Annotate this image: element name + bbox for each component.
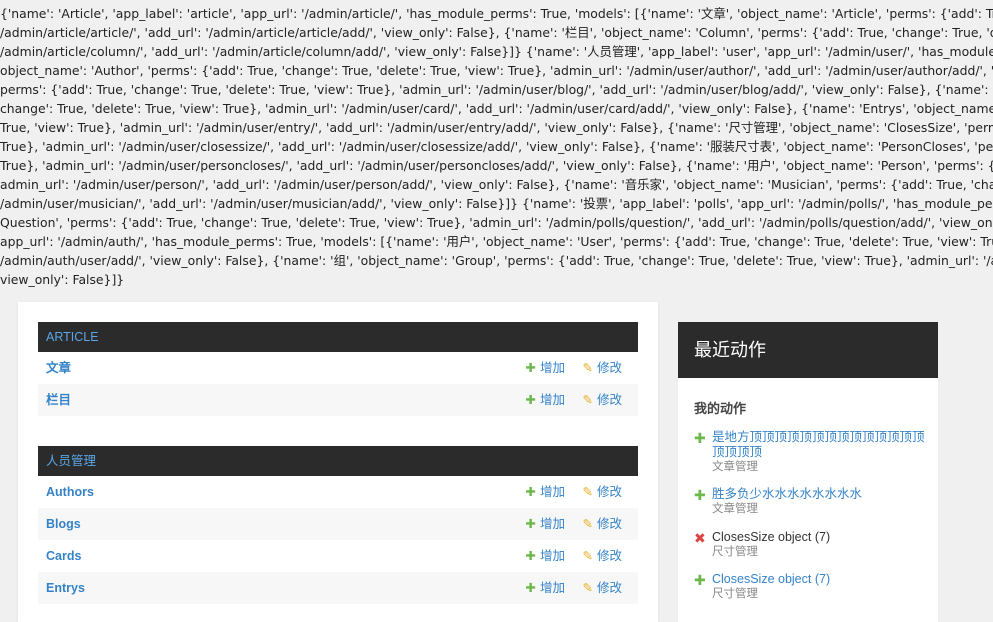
plus-icon: ✚ — [525, 517, 536, 531]
row-actions: ✚ 增加 ✎ 修改 — [512, 352, 622, 384]
module-title: ARTICLE — [46, 330, 99, 344]
model-link[interactable]: Cards — [46, 540, 81, 572]
row-actions: ✚ 增加 ✎ 修改 — [512, 384, 622, 416]
content-type-label: 尺寸管理 — [712, 546, 758, 558]
change-link[interactable]: ✎ 修改 — [583, 361, 623, 375]
change-link[interactable]: ✎ 修改 — [583, 393, 623, 407]
pencil-icon: ✎ — [582, 549, 593, 563]
debug-line: /admin/user/musician/', 'add_url': '/adm… — [0, 196, 993, 211]
plus-icon: ✚ — [525, 485, 536, 499]
change-link[interactable]: ✎ 修改 — [583, 549, 623, 563]
recent-actions-panel: 最近动作 我的动作 ✚ 是地方顶顶顶顶顶顶顶顶顶顶顶顶顶顶顶顶顶顶 文章管理 ✚… — [678, 322, 938, 622]
plus-icon: ✚ — [525, 361, 536, 375]
model-row: Blogs ✚ 增加 ✎ 修改 — [38, 508, 638, 540]
module-header-user[interactable]: 人员管理 — [38, 446, 638, 476]
model-row: Cards ✚ 增加 ✎ 修改 — [38, 540, 638, 572]
add-link[interactable]: ✚ 增加 — [526, 581, 566, 595]
recent-actions-title: 最近动作 — [678, 322, 938, 378]
debug-line: view_only': False}]} — [0, 272, 125, 287]
row-actions: ✚ 增加 ✎ 修改 — [512, 476, 622, 508]
recent-action-link[interactable]: ClosesSize object (7) — [712, 572, 926, 587]
app-list-panel: ARTICLE 文章 ✚ 增加 ✎ 修改 栏目 ✚ 增加 ✎ 修改 人员管理 Autho… — [18, 302, 658, 622]
change-label: 修改 — [596, 549, 622, 563]
recent-action-item: ✚ 胜多负少水水水水水水水水 文章管理 — [694, 487, 926, 516]
change-label: 修改 — [596, 485, 622, 499]
change-link[interactable]: ✎ 修改 — [583, 485, 623, 499]
debug-line: True}, 'admin_url': '/admin/user/closess… — [0, 139, 993, 154]
row-actions: ✚ 增加 ✎ 修改 — [512, 572, 622, 604]
pencil-icon: ✎ — [582, 581, 593, 595]
module-user: 人员管理 Authors ✚ 增加 ✎ 修改 Blogs ✚ 增加 ✎ 修改 Cards… — [38, 446, 638, 604]
add-label: 增加 — [540, 581, 566, 595]
add-icon: ✚ — [694, 487, 706, 503]
content-type-label: 文章管理 — [712, 461, 758, 473]
my-actions-heading: 我的动作 — [694, 401, 747, 416]
change-link[interactable]: ✎ 修改 — [583, 581, 623, 595]
model-row: 栏目 ✚ 增加 ✎ 修改 — [38, 384, 638, 416]
recent-action-link[interactable]: 胜多负少水水水水水水水水 — [712, 487, 926, 502]
module-header-article[interactable]: ARTICLE — [38, 322, 638, 352]
debug-line: change': True, 'delete': True, 'view': T… — [0, 101, 993, 116]
add-label: 增加 — [540, 393, 566, 407]
debug-line: admin_url': '/admin/user/person/', 'add_… — [0, 177, 993, 192]
debug-line: app_url': '/admin/auth/', 'has_module_pe… — [0, 234, 993, 249]
debug-line: object_name': 'Author', 'perms': {'add':… — [0, 63, 993, 78]
debug-line: /admin/article/column/', 'add_url': '/ad… — [0, 44, 993, 59]
delete-icon: ✖ — [694, 530, 706, 546]
model-row: Authors ✚ 增加 ✎ 修改 — [38, 476, 638, 508]
add-label: 增加 — [540, 361, 566, 375]
change-label: 修改 — [596, 393, 622, 407]
add-label: 增加 — [540, 485, 566, 499]
add-icon: ✚ — [694, 572, 706, 588]
add-label: 增加 — [540, 549, 566, 563]
recent-action-item: ✚ ClosesSize object (7) 尺寸管理 — [694, 572, 926, 601]
debug-line: True, 'view': True}, 'admin_url': '/admi… — [0, 120, 993, 135]
pencil-icon: ✎ — [582, 361, 593, 375]
pencil-icon: ✎ — [582, 485, 593, 499]
change-link[interactable]: ✎ 修改 — [583, 517, 623, 531]
model-link[interactable]: Entrys — [46, 572, 85, 604]
recent-action-text: ClosesSize object (7) — [712, 530, 831, 544]
add-link[interactable]: ✚ 增加 — [526, 517, 566, 531]
add-link[interactable]: ✚ 增加 — [526, 393, 566, 407]
recent-action-item: ✚ 是地方顶顶顶顶顶顶顶顶顶顶顶顶顶顶顶顶顶顶 文章管理 — [694, 430, 926, 474]
add-link[interactable]: ✚ 增加 — [526, 549, 566, 563]
row-actions: ✚ 增加 ✎ 修改 — [512, 540, 622, 572]
row-actions: ✚ 增加 ✎ 修改 — [512, 508, 622, 540]
plus-icon: ✚ — [525, 549, 536, 563]
debug-line: /admin/article/article/', 'add_url': '/a… — [0, 25, 993, 40]
module-article: ARTICLE 文章 ✚ 增加 ✎ 修改 栏目 ✚ 增加 ✎ 修改 — [38, 322, 638, 416]
model-link[interactable]: Blogs — [46, 508, 81, 540]
add-label: 增加 — [540, 517, 566, 531]
model-row: 文章 ✚ 增加 ✎ 修改 — [38, 352, 638, 384]
change-label: 修改 — [596, 361, 622, 375]
model-link[interactable]: 栏目 — [46, 384, 71, 416]
plus-icon: ✚ — [525, 393, 536, 407]
content-type-label: 文章管理 — [712, 503, 758, 515]
model-link[interactable]: 文章 — [46, 352, 71, 384]
add-link[interactable]: ✚ 增加 — [526, 361, 566, 375]
debug-output: {'name': 'Article', 'app_label': 'articl… — [0, 4, 993, 289]
pencil-icon: ✎ — [582, 393, 593, 407]
recent-action-link[interactable]: 是地方顶顶顶顶顶顶顶顶顶顶顶顶顶顶顶顶顶顶 — [712, 430, 926, 460]
pencil-icon: ✎ — [582, 517, 593, 531]
debug-line: perms': {'add': True, 'change': True, 'd… — [0, 82, 993, 97]
module-title: 人员管理 — [46, 454, 97, 468]
debug-line: {'name': 'Article', 'app_label': 'articl… — [0, 6, 993, 21]
debug-line: /admin/auth/user/add/', 'view_only': Fal… — [0, 253, 993, 268]
model-link[interactable]: Authors — [46, 476, 94, 508]
debug-line: Question', 'perms': {'add': True, 'chang… — [0, 215, 993, 230]
model-row: Entrys ✚ 增加 ✎ 修改 — [38, 572, 638, 604]
plus-icon: ✚ — [525, 581, 536, 595]
recent-action-item: ✖ ClosesSize object (7) 尺寸管理 — [694, 530, 926, 559]
debug-line: True}, 'admin_url': '/admin/user/personc… — [0, 158, 993, 173]
add-link[interactable]: ✚ 增加 — [526, 485, 566, 499]
add-icon: ✚ — [694, 430, 706, 446]
change-label: 修改 — [596, 581, 622, 595]
change-label: 修改 — [596, 517, 622, 531]
